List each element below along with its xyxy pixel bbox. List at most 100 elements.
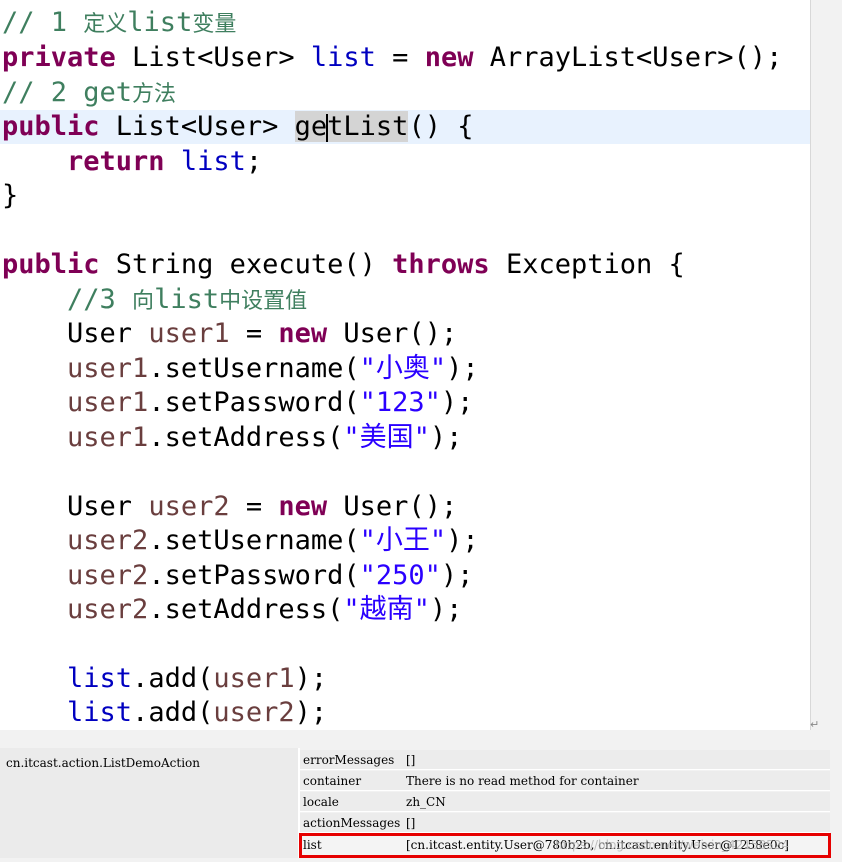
string-literal: "123" <box>359 387 441 418</box>
property-value: [] <box>406 753 416 767</box>
code-text: List<User> <box>115 42 311 73</box>
comment-text: 方法 <box>132 82 177 107</box>
method-name-highlight: getList <box>294 111 409 142</box>
code-text: } <box>2 180 19 211</box>
code-text: ); <box>446 525 479 556</box>
comment-text: //3 <box>2 284 133 315</box>
string-literal: "美国" <box>343 422 430 453</box>
code-text: ge <box>294 111 328 142</box>
local-variable: user1 <box>213 663 295 694</box>
code-text: ArrayList<User>(); <box>473 42 783 73</box>
comment-text: list <box>154 284 220 315</box>
field-name: list <box>310 42 376 73</box>
string-literal: "250" <box>359 560 441 591</box>
action-class-name: cn.itcast.action.ListDemoAction <box>6 756 201 770</box>
keyword: private <box>2 42 116 73</box>
code-text: ); <box>429 422 463 453</box>
code-line-user1-address: user1.setAddress("美国"); <box>2 421 462 455</box>
table-row: actionMessages [] <box>300 813 830 833</box>
comment-text: // 1 <box>2 7 84 38</box>
local-variable: user2 <box>67 594 149 625</box>
keyword: public <box>2 111 100 142</box>
code-line-field-declaration: private List<User> list = new ArrayList<… <box>2 41 782 75</box>
paragraph-mark-icon: ↵ <box>810 718 820 731</box>
code-text: .add( <box>132 663 214 694</box>
code-line-user1-password: user1.setPassword("123"); <box>2 386 473 420</box>
code-text: .setPassword( <box>148 387 360 418</box>
comment-text: list <box>127 7 193 38</box>
property-key: container <box>303 774 362 788</box>
field-name: list <box>67 663 133 694</box>
table-row: container There is no read method for co… <box>300 771 830 791</box>
code-text: ); <box>440 387 474 418</box>
local-variable: user2 <box>67 560 149 591</box>
code-text: List <box>343 111 409 142</box>
keyword: new <box>278 318 328 349</box>
code-text: List<User> <box>99 111 295 142</box>
code-line-comment-2: // 2 get方法 <box>2 76 176 110</box>
code-text: t <box>327 111 344 142</box>
keyword: return <box>67 146 165 177</box>
code-text: User(); <box>327 491 458 522</box>
code-text: = <box>229 318 279 349</box>
code-text: String execute() <box>99 249 393 280</box>
keyword: new <box>278 491 328 522</box>
code-line-execute-signature: public String execute() throws Exception… <box>2 248 685 282</box>
code-text: User <box>2 491 149 522</box>
code-line-comment-3: //3 向list中设置值 <box>2 283 307 317</box>
string-literal: "小奥" <box>359 353 447 384</box>
code-editor[interactable]: // 1 定义list变量 private List<User> list = … <box>0 0 811 730</box>
code-text: () { <box>408 111 474 142</box>
code-text: = <box>229 491 279 522</box>
code-text: .setAddress( <box>148 422 344 453</box>
code-line-list-add-user1: list.add(user1); <box>2 662 327 696</box>
code-text: ); <box>294 663 328 694</box>
code-text: User(); <box>327 318 458 349</box>
code-text: ); <box>440 560 474 591</box>
code-text: ); <box>429 594 463 625</box>
code-text: User <box>2 318 149 349</box>
keyword: throws <box>392 249 490 280</box>
keyword: public <box>2 249 100 280</box>
code-line-close-brace: } <box>2 179 18 213</box>
local-variable: user1 <box>67 353 149 384</box>
string-literal: "越南" <box>343 594 430 625</box>
property-key: locale <box>303 795 339 809</box>
field-name: list <box>180 146 246 177</box>
code-text: .setAddress( <box>148 594 344 625</box>
code-text: .setPassword( <box>148 560 360 591</box>
comment-text: 向 <box>132 289 155 314</box>
code-line-user2-address: user2.setAddress("越南"); <box>2 593 462 627</box>
code-text: ; <box>245 146 263 177</box>
local-variable: user2 <box>148 491 230 522</box>
comment-text: 定义 <box>83 12 128 37</box>
property-value: [] <box>406 816 416 830</box>
code-text: Exception { <box>489 249 685 280</box>
code-line-user2-username: user2.setUsername("小王"); <box>2 524 479 558</box>
comment-text: // 2 get <box>2 77 133 108</box>
code-line-comment-1: // 1 定义list变量 <box>2 6 236 40</box>
string-literal: "小王" <box>359 525 447 556</box>
code-text: = <box>375 42 425 73</box>
table-row: locale zh_CN <box>300 792 830 812</box>
comment-text: 变量 <box>192 12 237 37</box>
code-line-return: return list; <box>2 145 262 179</box>
local-variable: user2 <box>67 525 149 556</box>
code-line-list-add-user2: list.add(user2); <box>2 696 327 730</box>
watermark: https://blog.csdn.net/weixin_42158524 <box>555 838 790 852</box>
code-line-new-user2: User user2 = new User(); <box>2 490 457 524</box>
code-line-getter-signature[interactable]: public List<User> getList() { <box>0 110 810 144</box>
local-variable: user1 <box>67 387 149 418</box>
local-variable: user1 <box>67 422 149 453</box>
local-variable: user2 <box>213 697 295 728</box>
property-key: list <box>303 838 322 852</box>
table-row: errorMessages [] <box>300 750 830 770</box>
